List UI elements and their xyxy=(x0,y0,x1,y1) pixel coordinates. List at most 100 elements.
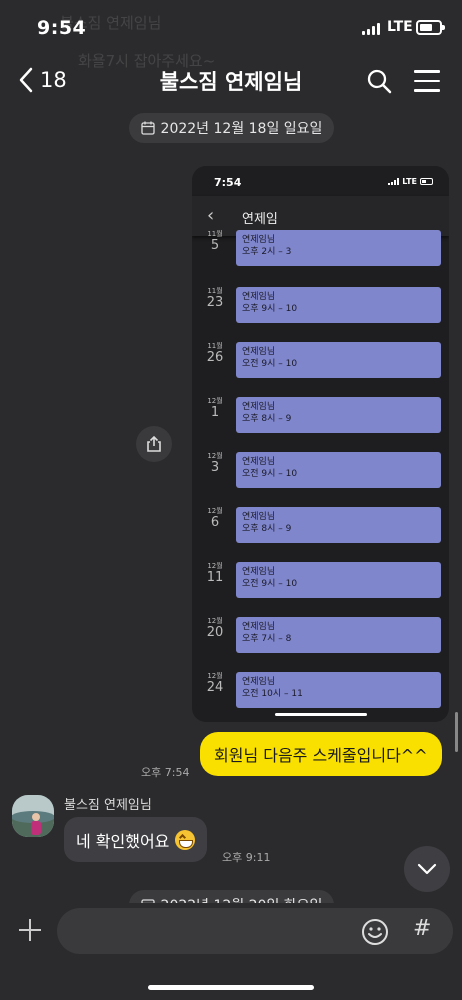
event-day: 6 xyxy=(210,515,220,530)
event-name: 연제임님 xyxy=(242,402,276,412)
event-time: 오후 9시 – 10 xyxy=(242,304,298,314)
event-name: 연제임님 xyxy=(242,235,276,245)
hamburger-icon xyxy=(414,70,440,73)
event-card: 연제임님오전 9시 – 10 xyxy=(236,452,441,488)
event-time: 오후 2시 – 3 xyxy=(242,247,292,257)
calendar-event-row: 11월 5 연제임님 오후 2시 – 3 xyxy=(192,230,449,285)
event-time: 오전 9시 – 10 xyxy=(242,469,298,479)
share-button[interactable] xyxy=(136,426,172,462)
event-time: 오후 7시 – 8 xyxy=(242,634,292,644)
event-day: 3 xyxy=(210,460,220,475)
status-time: 9:54 xyxy=(37,17,87,39)
message-input[interactable] xyxy=(57,908,453,954)
event-day: 5 xyxy=(210,238,220,253)
signal-icon xyxy=(362,22,382,35)
image-back-icon: ‹ xyxy=(207,205,215,226)
date-divider-label: 2022년 12월 18일 일요일 xyxy=(160,121,323,137)
event-month: 12월 xyxy=(207,562,223,570)
image-status-time: 7:54 xyxy=(214,176,242,189)
scroll-to-bottom-button[interactable] xyxy=(404,846,450,892)
attach-button[interactable] xyxy=(18,918,42,942)
event-time: 오전 10시 – 11 xyxy=(242,689,303,699)
event-day: 20 xyxy=(206,625,224,640)
event-date: 12월 6 xyxy=(200,507,230,531)
event-name: 연제임님 xyxy=(242,567,276,577)
calendar-event-row: 12월 20 연제임님 오후 7시 – 8 xyxy=(192,617,449,672)
event-name: 연제임님 xyxy=(242,457,276,467)
event-date: 12월 11 xyxy=(200,562,230,586)
calendar-event-row: 11월 23 연제임님 오후 9시 – 10 xyxy=(192,287,449,342)
event-day: 1 xyxy=(210,405,220,420)
event-card: 연제임님오후 8시 – 9 xyxy=(236,397,441,433)
event-card: 연제임님오후 2시 – 3 xyxy=(236,230,441,266)
event-month: 12월 xyxy=(207,672,223,680)
event-day: 26 xyxy=(206,350,224,365)
event-date: 12월 20 xyxy=(200,617,230,641)
calendar-event-row: 12월 6 연제임님 오후 8시 – 9 xyxy=(192,507,449,562)
image-app-title: 연제임 xyxy=(242,212,278,227)
image-status-icons: LTE xyxy=(388,177,433,186)
other-message-bubble[interactable]: 네 확인했어요 xyxy=(64,817,208,862)
calendar-icon xyxy=(140,121,155,135)
plus-icon xyxy=(19,919,41,941)
calendar-event-row: 12월 3 연제임님 오전 9시 – 10 xyxy=(192,452,449,507)
search-icon xyxy=(367,69,392,94)
profile-photo xyxy=(12,795,54,837)
event-time: 오후 8시 – 9 xyxy=(242,414,292,424)
event-card: 연제임님오후 9시 – 10 xyxy=(236,287,441,323)
calendar-event-row: 12월 1 연제임님 오후 8시 – 9 xyxy=(192,397,449,452)
event-card: 연제임님오전 10시 – 11 xyxy=(236,672,441,708)
chat-title: 불스짐 연제임님 xyxy=(159,70,303,94)
event-name: 연제임님 xyxy=(242,622,276,632)
event-date: 12월 24 xyxy=(200,672,230,696)
event-month: 12월 xyxy=(207,452,223,460)
avatar[interactable] xyxy=(12,795,54,837)
event-month: 11월 xyxy=(207,342,223,350)
other-message-time: 오후 9:11 xyxy=(222,851,271,864)
event-date: 11월 23 xyxy=(200,287,230,311)
my-message-bubble[interactable]: 회원님 다음주 스케줄입니다^^ xyxy=(200,732,442,776)
chevron-left-icon xyxy=(19,67,33,93)
event-month: 12월 xyxy=(207,617,223,625)
event-card: 연제임님오후 8시 – 9 xyxy=(236,507,441,543)
sender-name: 불스짐 연제임님 xyxy=(64,798,152,813)
event-date: 11월 5 xyxy=(200,230,230,254)
search-button[interactable] xyxy=(366,68,392,98)
event-time: 오전 9시 – 10 xyxy=(242,579,298,589)
event-day: 11 xyxy=(206,570,224,585)
event-month: 12월 xyxy=(207,507,223,515)
event-name: 연제임님 xyxy=(242,512,276,522)
other-message-text: 네 확인했어요 xyxy=(76,831,170,851)
event-time: 오후 8시 – 9 xyxy=(242,524,292,534)
hashtag-button[interactable]: # xyxy=(413,916,431,941)
event-name: 연제임님 xyxy=(242,347,276,357)
shared-image[interactable]: 7:54 LTE ‹ 연제임 11월 5 연제임님 오후 2시 – 3 11월 23 연제임… xyxy=(192,166,449,722)
share-icon xyxy=(147,435,161,452)
event-card: 연제임님오후 7시 – 8 xyxy=(236,617,441,653)
emoji-button[interactable] xyxy=(361,918,389,950)
scrollbar[interactable] xyxy=(455,712,458,752)
menu-button[interactable] xyxy=(414,70,440,99)
chevron-down-icon xyxy=(417,863,437,875)
grinning-emoji-icon xyxy=(175,829,196,850)
my-message-time: 오후 7:54 xyxy=(141,766,190,779)
date-divider: 2022년 12월 18일 일요일 xyxy=(129,113,334,143)
calendar-event-row: 12월 11 연제임님 오전 9시 – 10 xyxy=(192,562,449,617)
event-card: 연제임님오전 9시 – 10 xyxy=(236,562,441,598)
unread-count[interactable]: 18 xyxy=(40,68,67,92)
event-name: 연제임님 xyxy=(242,677,276,687)
home-indicator xyxy=(148,985,314,990)
event-day: 24 xyxy=(206,680,224,695)
event-date: 12월 3 xyxy=(200,452,230,476)
smiley-icon xyxy=(362,919,388,945)
event-month: 12월 xyxy=(207,397,223,405)
image-home-indicator xyxy=(275,713,367,716)
event-name: 연제임님 xyxy=(242,292,276,302)
event-month: 11월 xyxy=(207,287,223,295)
event-month: 11월 xyxy=(207,230,223,238)
event-date: 11월 26 xyxy=(200,342,230,366)
battery-icon xyxy=(416,20,445,35)
event-time: 오전 9시 – 10 xyxy=(242,359,298,369)
event-date: 12월 1 xyxy=(200,397,230,421)
network-label: LTE xyxy=(387,19,413,35)
